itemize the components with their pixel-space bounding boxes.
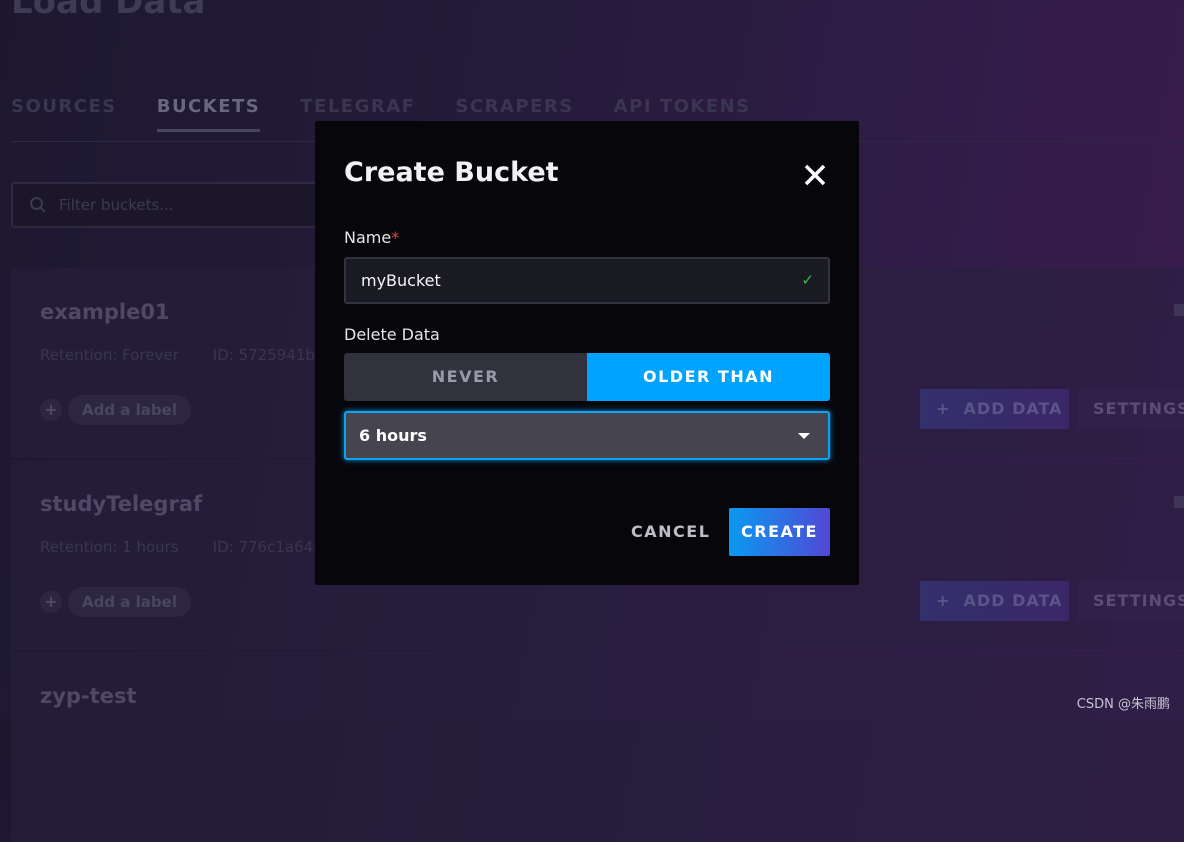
delete-data-toggle: NEVER OLDER THAN (344, 353, 830, 401)
search-placeholder: Filter buckets... (59, 196, 174, 214)
search-icon (30, 197, 46, 213)
bucket-card: zyp-test (11, 652, 1184, 842)
plus-icon[interactable]: + (40, 591, 62, 613)
bucket-retention: Retention: 1 hours (40, 538, 179, 556)
add-data-label: ADD DATA (963, 399, 1063, 418)
bucket-retention: Retention: Forever (40, 346, 179, 364)
never-option[interactable]: NEVER (344, 353, 587, 401)
trash-icon[interactable] (1174, 304, 1184, 316)
plus-icon[interactable]: + (40, 399, 62, 421)
older-than-option[interactable]: OLDER THAN (587, 353, 830, 401)
bucket-name[interactable]: example01 (40, 300, 170, 324)
duration-value: 6 hours (359, 426, 427, 445)
create-button[interactable]: CREATE (729, 508, 830, 556)
add-label-button[interactable]: Add a label (68, 587, 191, 617)
tab-sources[interactable]: SOURCES (11, 96, 117, 132)
filter-buckets-input[interactable]: Filter buckets... (11, 182, 331, 228)
add-data-button[interactable]: + ADD DATA (920, 581, 1069, 621)
plus-icon: + (936, 591, 964, 610)
watermark: CSDN @朱雨鹏 (1076, 697, 1170, 712)
bucket-name-input[interactable]: myBucket ✓ (344, 257, 830, 304)
add-label-button[interactable]: Add a label (68, 395, 191, 425)
create-bucket-dialog: Create Bucket Name* myBucket ✓ Delete Dat… (315, 121, 859, 585)
bucket-name-value: myBucket (361, 271, 441, 290)
caret-down-icon (798, 433, 810, 439)
bucket-name[interactable]: zyp-test (40, 684, 136, 708)
name-label: Name* (344, 228, 400, 247)
bucket-id: ID: 5725941b (212, 346, 315, 364)
add-data-button[interactable]: + ADD DATA (920, 389, 1069, 429)
required-mark: * (391, 228, 400, 247)
close-icon[interactable] (801, 161, 829, 189)
tab-buckets[interactable]: BUCKETS (156, 96, 261, 132)
duration-dropdown[interactable]: 6 hours (344, 411, 830, 460)
cancel-button[interactable]: CANCEL (631, 508, 710, 556)
settings-button[interactable]: SETTINGS (1078, 581, 1184, 621)
page-title: Load Data (11, 0, 206, 22)
add-data-label: ADD DATA (963, 591, 1063, 610)
dialog-title: Create Bucket (344, 157, 559, 188)
check-icon: ✓ (801, 271, 814, 289)
trash-icon[interactable] (1174, 496, 1184, 508)
plus-icon: + (936, 399, 964, 418)
settings-button[interactable]: SETTINGS (1078, 389, 1184, 429)
delete-data-label: Delete Data (344, 325, 440, 344)
bucket-name[interactable]: studyTelegraf (40, 492, 202, 516)
bucket-id: ID: 776c1a64 (212, 538, 314, 556)
